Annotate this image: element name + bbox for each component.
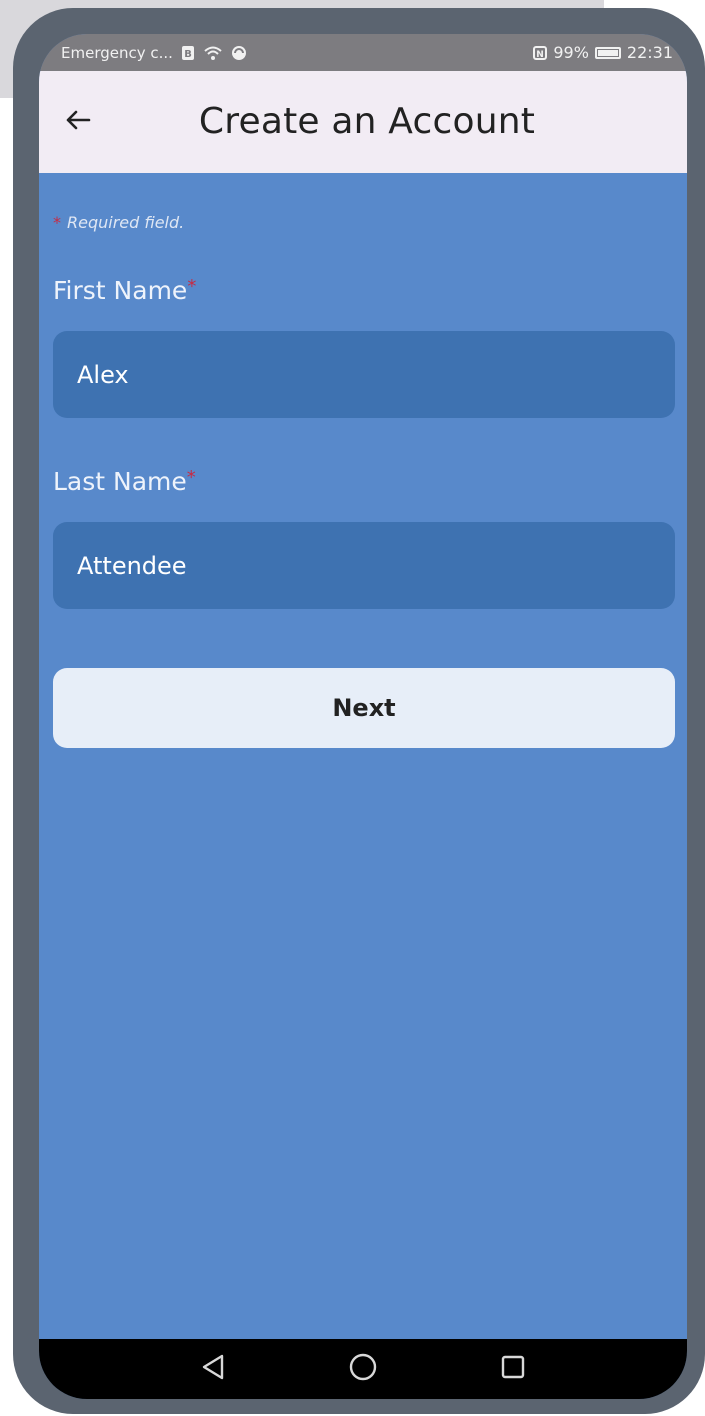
required-marker: * xyxy=(186,467,196,488)
nav-home-button[interactable] xyxy=(343,1349,383,1389)
first-name-field[interactable] xyxy=(53,331,675,418)
required-marker: * xyxy=(53,213,61,232)
svg-text:B: B xyxy=(184,49,192,60)
battery-icon xyxy=(594,46,621,59)
last-name-label-text: Last Name xyxy=(53,467,187,496)
square-recents-icon xyxy=(500,1354,526,1384)
svg-text:N: N xyxy=(537,50,545,60)
system-nav-bar xyxy=(39,1339,687,1399)
sync-icon xyxy=(231,45,247,61)
required-note-text: Required field. xyxy=(67,213,185,232)
first-name-label: First Name* xyxy=(53,276,196,305)
nfc-icon: N xyxy=(533,45,548,60)
wifi-icon xyxy=(203,45,223,61)
phone-frame: Emergency c... B N 99% 22:31 Create an A… xyxy=(13,8,705,1414)
nav-back-button[interactable] xyxy=(193,1349,233,1389)
first-name-label-text: First Name xyxy=(53,276,188,305)
clock: 22:31 xyxy=(626,43,673,62)
page-title: Create an Account xyxy=(198,101,536,142)
status-bar: Emergency c... B N 99% 22:31 xyxy=(39,34,687,71)
phone-screen: Emergency c... B N 99% 22:31 Create an A… xyxy=(39,34,687,1399)
nav-recents-button[interactable] xyxy=(493,1349,533,1389)
last-name-label: Last Name* xyxy=(53,467,196,496)
notification-icon: B xyxy=(181,45,195,61)
next-button[interactable]: Next xyxy=(53,668,675,748)
triangle-back-icon xyxy=(200,1353,226,1385)
circle-home-icon xyxy=(348,1352,378,1386)
carrier-label: Emergency c... xyxy=(61,43,173,62)
required-note: * Required field. xyxy=(53,213,184,232)
last-name-field[interactable] xyxy=(53,522,675,609)
app-bar: Create an Account xyxy=(39,71,687,173)
required-marker: * xyxy=(187,276,197,297)
battery-percent: 99% xyxy=(553,43,589,62)
